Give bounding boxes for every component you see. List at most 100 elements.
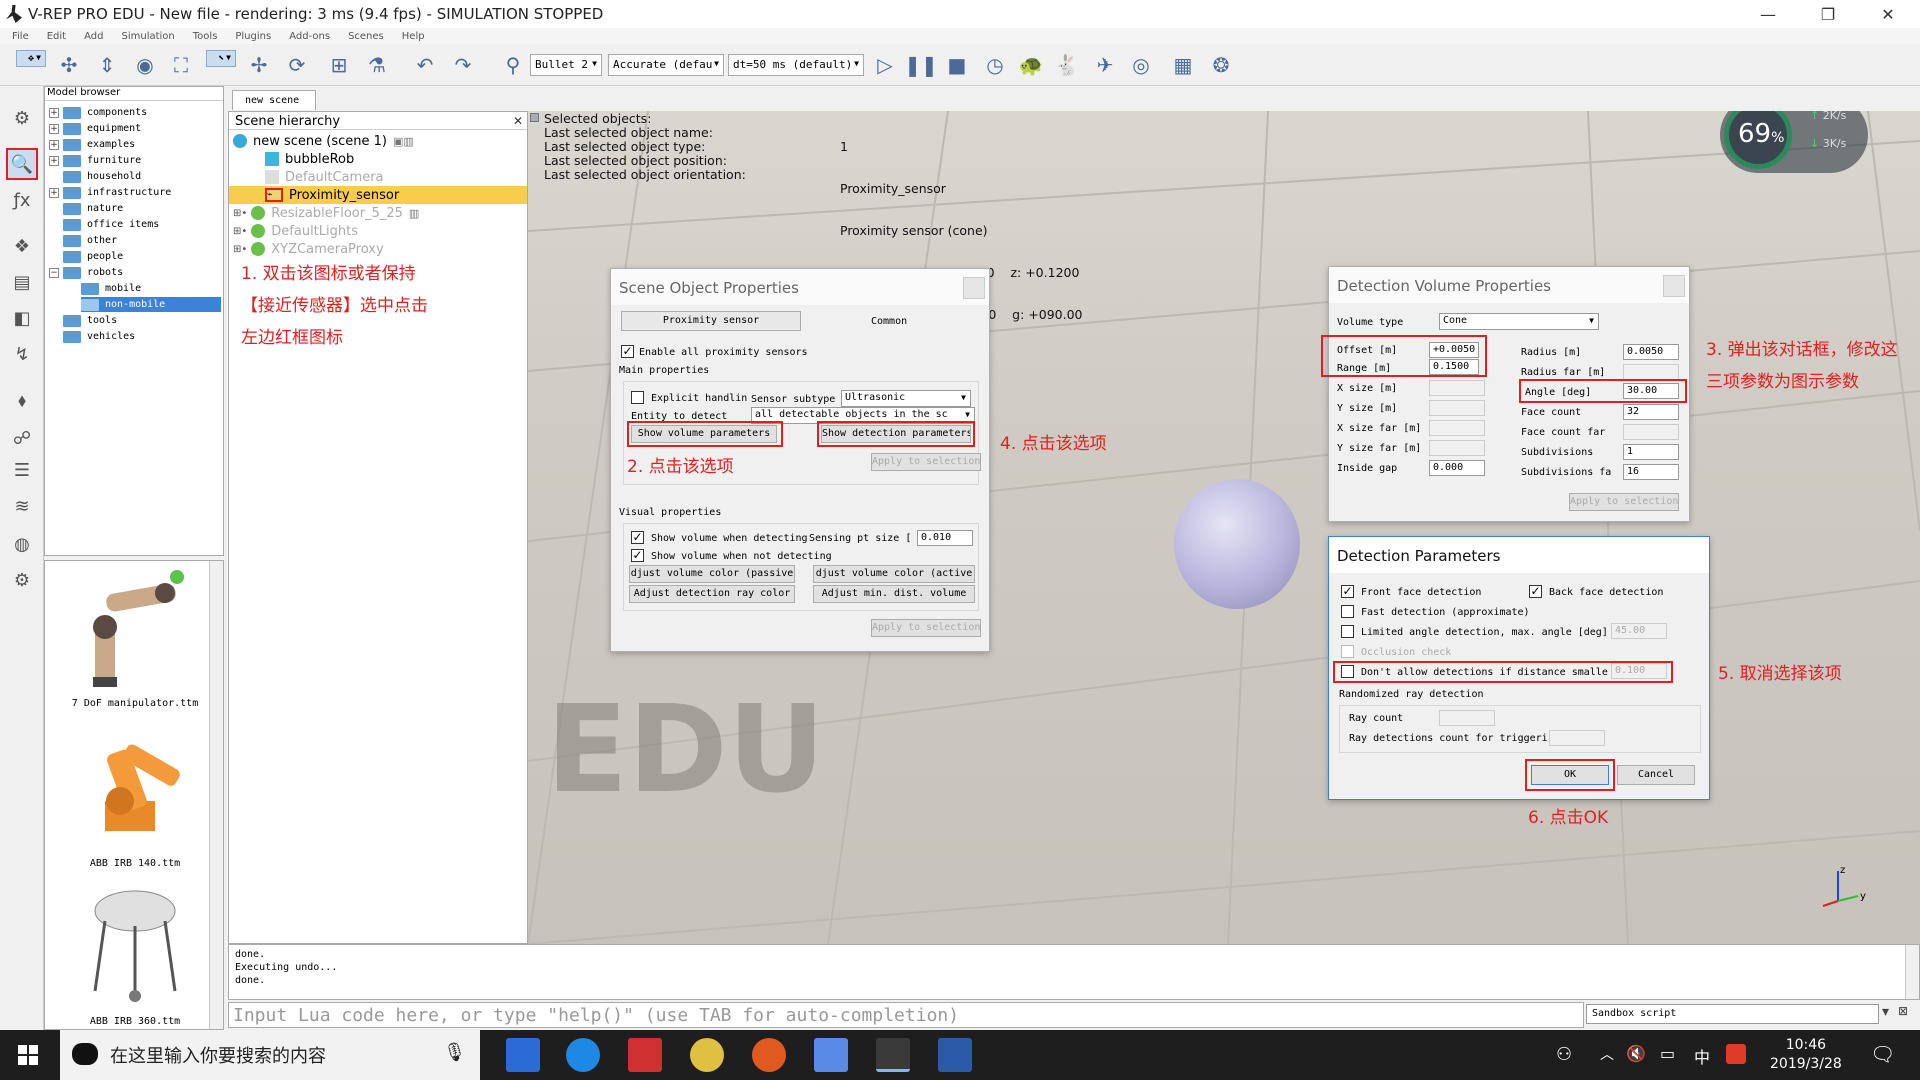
expand-icon[interactable]: ⊞• xyxy=(233,226,247,237)
explicit-handling-checkbox[interactable] xyxy=(631,391,644,404)
paint-icon[interactable] xyxy=(690,1038,724,1072)
assemble-icon[interactable]: ⊞ xyxy=(324,50,354,80)
enable-all-checkbox[interactable]: ✓ xyxy=(621,345,634,358)
ysize-input[interactable] xyxy=(1429,400,1485,416)
edge-icon[interactable] xyxy=(566,1038,600,1072)
tab-proximity-sensor[interactable]: Proximity sensor xyxy=(621,311,801,331)
menu-simulation[interactable]: Simulation xyxy=(121,31,174,42)
menu-plugins[interactable]: Plugins xyxy=(235,31,271,42)
proximity-sensor-icon[interactable]: ⌁ xyxy=(265,188,283,202)
lua-command-input[interactable]: Input Lua code here, or type "help()" (u… xyxy=(228,1002,1584,1028)
close-panel-icon[interactable]: ✕ xyxy=(513,114,523,128)
folder-item[interactable]: + furniture xyxy=(49,153,141,168)
minimize-button[interactable]: — xyxy=(1740,0,1796,28)
face-count-far-input[interactable] xyxy=(1623,424,1679,440)
fast-detection-checkbox[interactable] xyxy=(1341,605,1354,618)
hierarchy-item[interactable]: ⊞• ResizableFloor_5_25 ▥ xyxy=(233,204,419,222)
object-shift-icon[interactable]: ✢ xyxy=(244,50,274,80)
speed-up-icon[interactable]: 🐇 xyxy=(1052,50,1082,80)
folder-item[interactable]: nature xyxy=(63,201,123,216)
folder-item[interactable]: people xyxy=(63,249,123,264)
adjust-min-dist-button[interactable]: Adjust min. dist. volume xyxy=(813,585,975,603)
vrep-taskbar-icon[interactable] xyxy=(876,1038,910,1072)
expand-icon[interactable]: + xyxy=(49,155,59,166)
ok-button[interactable]: OK xyxy=(1531,765,1609,785)
clock[interactable]: 10:46 2019/3/28 xyxy=(1770,1036,1842,1074)
expand-icon[interactable]: + xyxy=(49,107,59,118)
network-icon[interactable]: ▭ xyxy=(1660,1044,1675,1063)
subdivisions-input[interactable]: 1 xyxy=(1623,444,1679,460)
tab-common[interactable]: Common xyxy=(871,316,907,327)
dialog-close-button[interactable] xyxy=(1663,275,1685,297)
adjust-active-color-button[interactable]: djust volume color (active xyxy=(813,565,975,583)
transfer-dna-icon[interactable]: ⚗ xyxy=(362,50,392,80)
back-face-checkbox[interactable]: ✓ xyxy=(1529,585,1542,598)
user-settings-icon[interactable]: ⚙ xyxy=(8,566,36,594)
dont-allow-checkbox[interactable] xyxy=(1341,665,1354,678)
hierarchy-item[interactable]: DefaultCamera xyxy=(265,168,384,186)
show-volume-detecting-checkbox[interactable]: ✓ xyxy=(631,531,644,544)
menu-edit[interactable]: Edit xyxy=(47,31,66,42)
video-recorder-icon[interactable]: ◍ xyxy=(8,530,36,558)
scripts-icon[interactable]: ▤ xyxy=(8,268,36,296)
timestep-select[interactable]: dt=50 ms (default) xyxy=(728,54,864,76)
object-properties-icon[interactable]: 🔍 xyxy=(6,148,38,180)
ray-count-input[interactable] xyxy=(1439,710,1495,726)
physics-engine-select[interactable]: Bullet 2 xyxy=(530,54,602,76)
apply-to-selection-button-2[interactable]: Apply to selection xyxy=(871,619,981,637)
camera-angle-icon[interactable]: ◉ xyxy=(130,50,160,80)
click-select-icon[interactable]: ⬉ xyxy=(206,50,236,67)
camera-pan-icon[interactable]: ✥ xyxy=(16,50,46,67)
subdivisions-far-input[interactable]: 16 xyxy=(1623,464,1679,480)
maximize-button[interactable]: ❐ xyxy=(1800,0,1856,28)
adjust-ray-color-button[interactable]: Adjust detection ray color xyxy=(629,585,795,603)
angle-input[interactable]: 30.00 xyxy=(1623,383,1679,399)
collections-icon[interactable]: ❖ xyxy=(8,232,36,260)
pause-icon[interactable]: ❚❚ xyxy=(904,50,938,80)
close-button[interactable]: ✕ xyxy=(1860,0,1916,28)
expand-icon[interactable]: + xyxy=(49,139,59,150)
thread-render-icon[interactable]: ✈ xyxy=(1090,50,1120,80)
start-icon[interactable] xyxy=(18,1045,38,1065)
slow-down-icon[interactable]: 🐢 xyxy=(1016,50,1046,80)
expand-icon[interactable]: ⊞• xyxy=(233,244,247,255)
folder-item[interactable]: vehicles xyxy=(63,329,135,344)
folder-item[interactable]: tools xyxy=(63,313,117,328)
limited-angle-checkbox[interactable] xyxy=(1341,625,1354,638)
limited-angle-input[interactable]: 45.00 xyxy=(1611,623,1667,639)
folder-item[interactable]: + infrastructure xyxy=(49,185,171,200)
menu-scenes[interactable]: Scenes xyxy=(348,31,384,42)
xsize-input[interactable] xyxy=(1429,380,1485,396)
range-input[interactable]: 0.1500 xyxy=(1429,359,1479,375)
console-scrollbar[interactable] xyxy=(1905,945,1919,999)
dynamics-toggle-icon[interactable]: ⚲ xyxy=(498,50,528,80)
folder-item[interactable]: mobile xyxy=(81,281,141,296)
camera-shift-icon[interactable]: ⇕ xyxy=(92,50,122,80)
apply-to-selection-button[interactable]: Apply to selection xyxy=(1569,493,1679,511)
collapse-icon[interactable]: − xyxy=(49,267,59,278)
play-icon[interactable]: ▷ xyxy=(870,50,900,80)
hierarchy-item[interactable]: ⊞• XYZCameraProxy xyxy=(233,240,384,258)
realtime-icon[interactable]: ◷ xyxy=(980,50,1010,80)
robot-abb140-thumbnail[interactable] xyxy=(65,721,205,841)
volume-type-select[interactable]: Cone xyxy=(1439,313,1599,330)
layers-panel-icon[interactable]: ≋ xyxy=(8,492,36,520)
shape-edit-icon[interactable]: ◧ xyxy=(8,304,36,332)
sensor-subtype-select[interactable]: Ultrasonic xyxy=(841,390,971,407)
cancel-button[interactable]: Cancel xyxy=(1617,765,1695,785)
folder-item[interactable]: office items xyxy=(63,217,159,232)
hierarchy-item[interactable]: bubbleRob xyxy=(265,150,354,168)
camera-rotate-icon[interactable]: ✣ xyxy=(54,50,84,80)
folder-item[interactable]: other xyxy=(63,233,117,248)
ime-indicator[interactable]: 中 xyxy=(1694,1044,1710,1068)
folder-item-selected[interactable]: non-mobile xyxy=(81,297,221,312)
layers-icon[interactable]: ❂ xyxy=(1206,50,1236,80)
simulation-settings-icon[interactable]: ⚙ xyxy=(8,104,36,132)
firefox-icon[interactable] xyxy=(752,1038,786,1072)
menu-help[interactable]: Help xyxy=(402,31,425,42)
ray-trigger-input[interactable] xyxy=(1549,730,1605,746)
sandbox-dropdown-icon[interactable]: ▾ xyxy=(1882,1004,1889,1020)
front-face-checkbox[interactable]: ✓ xyxy=(1341,585,1354,598)
face-count-input[interactable]: 32 xyxy=(1623,404,1679,420)
radius-far-input[interactable] xyxy=(1623,364,1679,380)
